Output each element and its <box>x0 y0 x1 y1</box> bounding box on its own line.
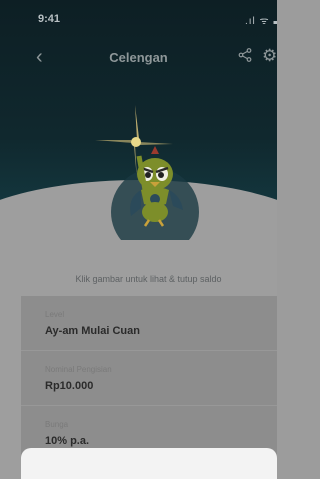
page-title: Celengan <box>109 50 168 65</box>
status-icons: .ıl ᯤ ▬ <box>245 16 277 27</box>
status-bar: 9:41 .ıl ᯤ ▬ <box>0 0 277 40</box>
share-icon[interactable] <box>238 48 252 66</box>
row-label: Bunga <box>45 420 69 429</box>
bottom-sheet[interactable] <box>21 448 277 479</box>
row-value: Ay-am Mulai Cuan <box>45 325 140 337</box>
mascot-image[interactable] <box>95 100 215 240</box>
nav-bar: ‹ Celengan ⚙ <box>0 44 277 74</box>
tap-hint-text: Klik gambar untuk lihat & tutup saldo <box>75 274 222 284</box>
row-label: Level <box>45 310 65 319</box>
list-item-level[interactable]: Level Ay-am Mulai Cuan › <box>21 296 277 351</box>
row-label: Nominal Pengisian <box>45 365 112 374</box>
row-value: 10% p.a. <box>45 435 90 447</box>
gear-icon[interactable]: ⚙ <box>262 46 277 66</box>
status-time: 9:41 <box>38 13 61 25</box>
row-value: Rp10.000 <box>45 380 94 392</box>
list-item-nominal[interactable]: Nominal Pengisian Rp10.000 › <box>21 351 277 406</box>
screen: 9:41 .ıl ᯤ ▬ ‹ Celengan ⚙ <box>0 0 277 479</box>
